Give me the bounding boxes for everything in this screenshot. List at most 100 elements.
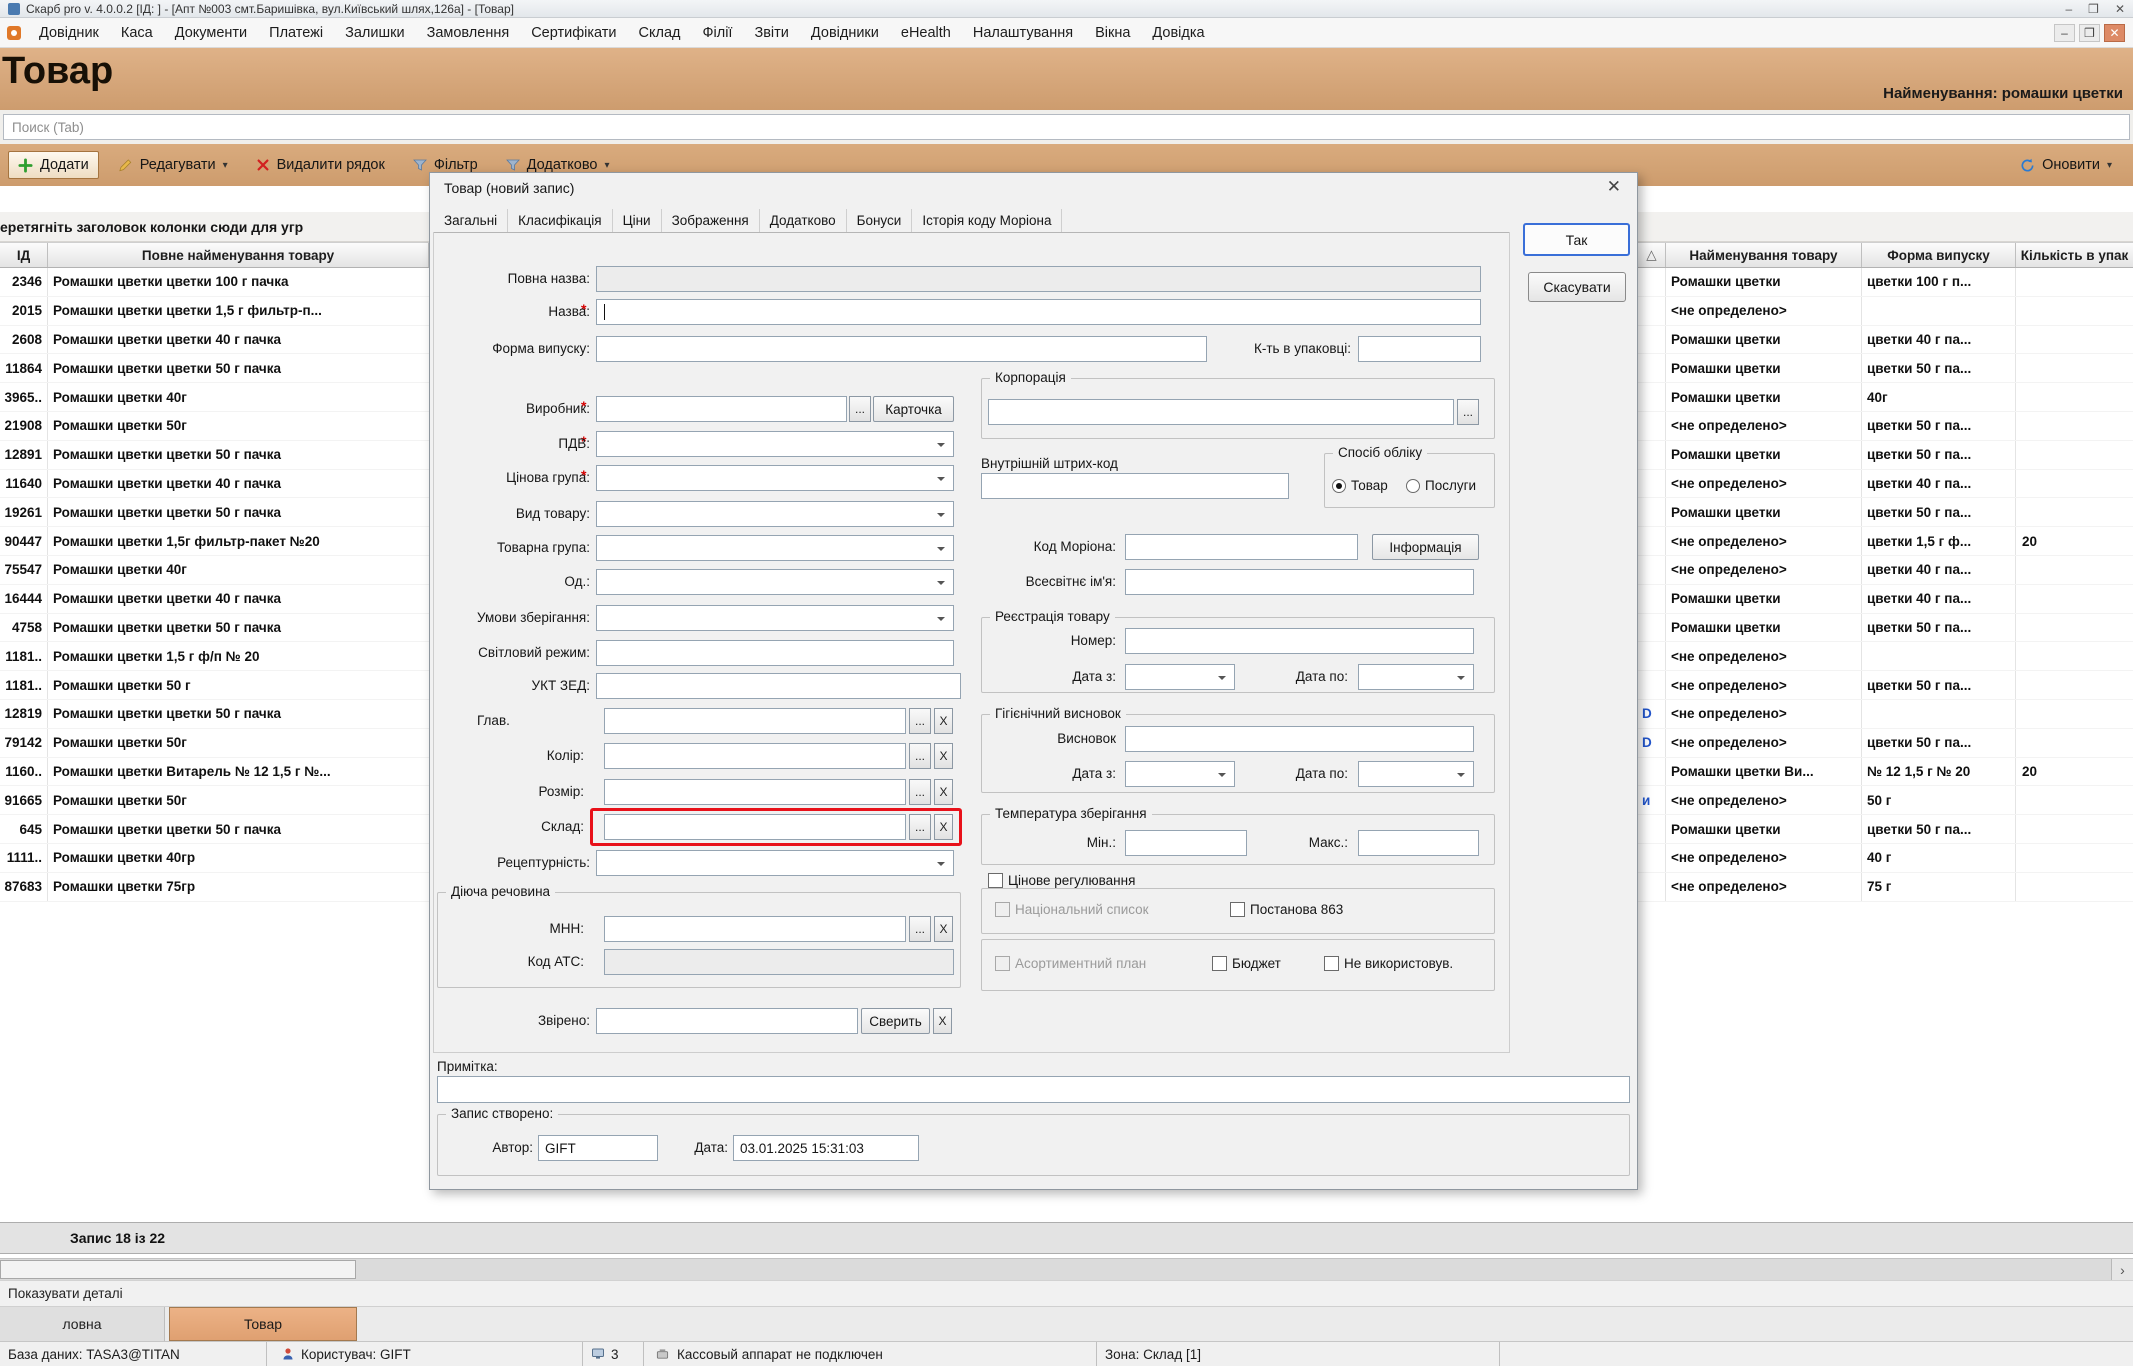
table-row[interactable]: 75547 Ромашки цветки 40г: [0, 556, 429, 585]
column-header-full-name[interactable]: Повне найменування товару: [48, 243, 429, 267]
table-row[interactable]: Ромашки цветки цветки 50 г па...: [1638, 498, 2133, 527]
table-row[interactable]: 91665 Ромашки цветки 50г: [0, 786, 429, 815]
table-row[interactable]: 4758 Ромашки цветки цветки 50 г пачка: [0, 614, 429, 643]
ukt-zed-field[interactable]: [596, 673, 961, 699]
window-maximize-button[interactable]: ❒: [2088, 2, 2099, 16]
size-lookup-button[interactable]: ...: [909, 779, 931, 805]
atc-code-field[interactable]: [604, 949, 954, 975]
ok-button[interactable]: Так: [1523, 223, 1630, 256]
table-row[interactable]: D <не определено>: [1638, 700, 2133, 729]
hyg-date-from-select[interactable]: [1125, 761, 1235, 787]
table-row[interactable]: 1111.. Ромашки цветки 40гр: [0, 844, 429, 873]
menu-item[interactable]: Документи: [164, 18, 258, 47]
mdi-close-button[interactable]: ✕: [2104, 24, 2125, 42]
table-row[interactable]: 21908 Ромашки цветки 50г: [0, 412, 429, 441]
unit-select[interactable]: [596, 569, 954, 595]
edit-button[interactable]: Редагувати ▾: [109, 152, 237, 178]
prescription-select[interactable]: [596, 850, 954, 876]
menu-item[interactable]: Довідники: [800, 18, 890, 47]
name-field[interactable]: [596, 299, 1481, 325]
sort-asc-icon[interactable]: △: [1638, 243, 1666, 267]
table-row[interactable]: Ромашки цветки цветки 40 г па...: [1638, 585, 2133, 614]
column-header-name[interactable]: Найменування товару: [1666, 243, 1862, 267]
table-row[interactable]: Ромашки цветки цветки 50 г па...: [1638, 354, 2133, 383]
table-row[interactable]: <не определено> 75 г: [1638, 873, 2133, 902]
reg-date-from-select[interactable]: [1125, 664, 1235, 690]
table-row[interactable]: 3965.. Ромашки цветки 40г: [0, 383, 429, 412]
glav-field[interactable]: [604, 708, 906, 734]
menu-item[interactable]: Платежі: [258, 18, 334, 47]
mnn-clear-button[interactable]: X: [934, 916, 953, 942]
radio-product[interactable]: Товар: [1332, 478, 1388, 493]
table-row[interactable]: <не определено>: [1638, 297, 2133, 326]
color-field[interactable]: [604, 743, 906, 769]
table-row[interactable]: <не определено> цветки 50 г па...: [1638, 412, 2133, 441]
tab-golovna[interactable]: ловна: [0, 1307, 165, 1341]
column-header-qty[interactable]: Кількість в упак: [2016, 243, 2133, 267]
created-date-field[interactable]: 03.01.2025 15:31:03: [733, 1135, 919, 1161]
table-row[interactable]: 87683 Ромашки цветки 75гр: [0, 873, 429, 902]
table-row[interactable]: 19261 Ромашки цветки цветки 50 г пачка: [0, 498, 429, 527]
cancel-button[interactable]: Скасувати: [1528, 272, 1626, 302]
horizontal-scrollbar[interactable]: ›: [0, 1258, 2133, 1280]
table-row[interactable]: Ромашки цветки цветки 40 г па...: [1638, 326, 2133, 355]
qty-in-pack-field[interactable]: [1358, 336, 1481, 362]
table-row[interactable]: 1181.. Ромашки цветки 50 г: [0, 671, 429, 700]
dialog-tab[interactable]: Ціни: [613, 209, 662, 232]
manufacturer-field[interactable]: [596, 396, 847, 422]
menu-item[interactable]: Налаштування: [962, 18, 1084, 47]
table-row[interactable]: Ромашки цветки цветки 50 г па...: [1638, 614, 2133, 643]
menu-item[interactable]: Сертифікати: [520, 18, 627, 47]
tab-tovar[interactable]: Товар: [169, 1307, 357, 1341]
table-row[interactable]: <не определено> цветки 1,5 г ф... 20: [1638, 527, 2133, 556]
vat-select[interactable]: [596, 431, 954, 457]
menu-item[interactable]: Звіти: [743, 18, 799, 47]
warehouse-field[interactable]: [604, 814, 906, 840]
product-group-select[interactable]: [596, 535, 954, 561]
table-row[interactable]: D <не определено> цветки 50 г па...: [1638, 729, 2133, 758]
light-mode-field[interactable]: [596, 640, 954, 666]
table-row[interactable]: <не определено> цветки 50 г па...: [1638, 671, 2133, 700]
scroll-right-arrow[interactable]: ›: [2111, 1259, 2133, 1281]
author-field[interactable]: GIFT: [538, 1135, 658, 1161]
menu-item[interactable]: Каса: [110, 18, 164, 47]
table-row[interactable]: 1181.. Ромашки цветки 1,5 г ф/п № 20: [0, 642, 429, 671]
note-field[interactable]: [437, 1076, 1630, 1103]
dialog-tab[interactable]: Загальні: [434, 209, 508, 232]
card-button[interactable]: Карточка: [873, 396, 954, 422]
column-header-id[interactable]: ІД: [0, 243, 48, 267]
search-input[interactable]: Поиск (Tab): [3, 114, 2130, 140]
menu-item[interactable]: Довідник: [28, 18, 110, 47]
storage-conditions-select[interactable]: [596, 605, 954, 631]
price-group-select[interactable]: [596, 465, 954, 491]
mnn-field[interactable]: [604, 916, 906, 942]
window-minimize-button[interactable]: –: [2065, 2, 2072, 16]
table-row[interactable]: 16444 Ромашки цветки цветки 40 г пачка: [0, 585, 429, 614]
kind-select[interactable]: [596, 501, 954, 527]
menu-item[interactable]: Замовлення: [416, 18, 521, 47]
table-row[interactable]: <не определено> цветки 40 г па...: [1638, 470, 2133, 499]
menu-item[interactable]: eHealth: [890, 18, 962, 47]
glav-lookup-button[interactable]: ...: [909, 708, 931, 734]
menu-item[interactable]: Склад: [628, 18, 692, 47]
table-row[interactable]: 12891 Ромашки цветки цветки 50 г пачка: [0, 441, 429, 470]
corporation-lookup-button[interactable]: ...: [1457, 399, 1479, 425]
assortment-plan-checkbox[interactable]: Асортиментний план: [995, 956, 1146, 971]
menu-item[interactable]: Вікна: [1084, 18, 1141, 47]
morion-code-field[interactable]: [1125, 534, 1358, 560]
dialog-tab[interactable]: Додатково: [760, 209, 847, 232]
menu-item[interactable]: Філії: [691, 18, 743, 47]
close-icon[interactable]: ✕: [1607, 177, 1621, 197]
table-row[interactable]: 11640 Ромашки цветки цветки 40 г пачка: [0, 470, 429, 499]
hyg-date-to-select[interactable]: [1358, 761, 1474, 787]
info-button[interactable]: Інформація: [1372, 534, 1479, 560]
menu-item[interactable]: Довідка: [1141, 18, 1215, 47]
warehouse-clear-button[interactable]: X: [934, 814, 953, 840]
reg-number-field[interactable]: [1125, 628, 1474, 654]
table-row[interactable]: и <не определено> 50 г: [1638, 786, 2133, 815]
show-details-toggle[interactable]: Показувати деталі: [0, 1280, 2133, 1306]
table-row[interactable]: 2015 Ромашки цветки цветки 1,5 г фильтр-…: [0, 297, 429, 326]
dialog-tab[interactable]: Зображення: [662, 209, 760, 232]
corporation-field[interactable]: [988, 399, 1454, 425]
conclusion-field[interactable]: [1125, 726, 1474, 752]
